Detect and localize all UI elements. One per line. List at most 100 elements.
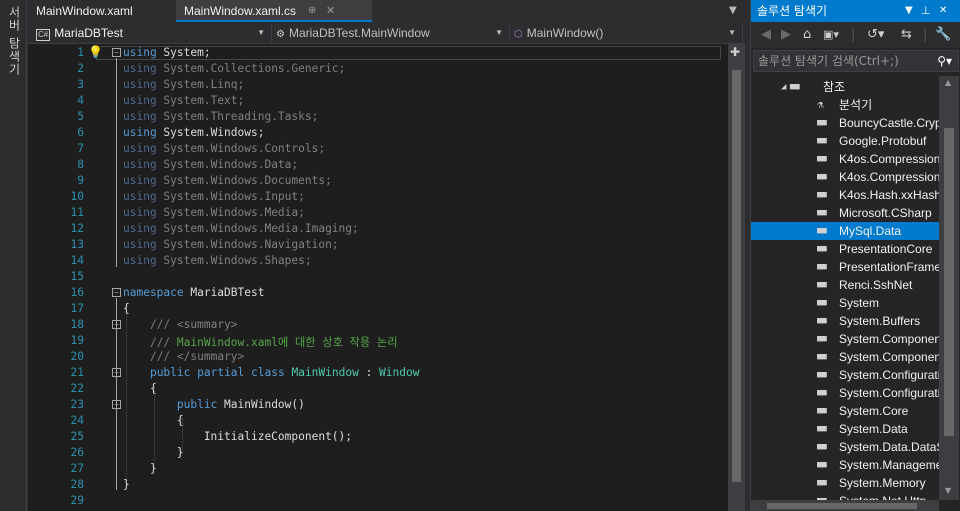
code-line[interactable]: /// <summary>: [123, 318, 238, 331]
home-icon[interactable]: ⌂: [803, 27, 811, 43]
tree-item[interactable]: ■■ Renci.SshNet: [751, 276, 939, 294]
close-icon[interactable]: ✕: [939, 0, 947, 22]
code-text-area[interactable]: 💡 − − − − − 1 using System; 2 using System.…: [28, 44, 728, 511]
tree-item[interactable]: ■■ System.Core: [751, 402, 939, 420]
tree-vertical-scrollbar[interactable]: ▲ ▼: [939, 76, 959, 500]
code-line[interactable]: using System.Text;: [123, 94, 244, 107]
tree-item[interactable]: ⚗ 분석기: [751, 96, 939, 114]
scrollbar-thumb[interactable]: [732, 70, 741, 482]
code-line[interactable]: InitializeComponent();: [123, 430, 352, 443]
tree-item[interactable]: ■■ K4os.Compression.LZ4.Streams: [751, 168, 939, 186]
code-line[interactable]: /// </summary>: [123, 350, 244, 363]
quick-actions-lightbulb-icon[interactable]: 💡: [88, 45, 103, 59]
tree-item-label: K4os.Compression.LZ4: [839, 152, 939, 166]
project-dropdown[interactable]: C# MariaDBTest ▼: [32, 24, 272, 42]
tree-item-label: Renci.SshNet: [839, 278, 913, 292]
code-line[interactable]: /// MainWindow.xaml에 대한 상호 작용 논리: [123, 334, 398, 350]
code-line[interactable]: using System.Windows;: [123, 126, 264, 139]
code-line[interactable]: using System.Windows.Media;: [123, 206, 305, 219]
code-line[interactable]: {: [123, 382, 157, 395]
tree-item[interactable]: ◢ ■■ 참조: [751, 78, 939, 96]
code-line[interactable]: using System;: [123, 46, 211, 59]
tree-item[interactable]: ■■ K4os.Hash.xxHash: [751, 186, 939, 204]
reference-icon: ■■: [817, 388, 827, 398]
switch-views-icon[interactable]: ▣▾: [823, 27, 839, 43]
tree-item-label: System.Core: [839, 404, 909, 418]
tree-item[interactable]: ■■ System.Data: [751, 420, 939, 438]
code-line[interactable]: public MainWindow(): [123, 398, 305, 411]
solution-tree[interactable]: ◢ ■■ 참조 ⚗ 분석기 ■■ BouncyCastle.Cryptography ■■ G…: [751, 76, 939, 500]
code-line[interactable]: using System.Linq;: [123, 78, 244, 91]
collapse-comment-icon[interactable]: −: [112, 320, 121, 329]
scroll-down-icon[interactable]: ▼: [945, 486, 951, 495]
code-line[interactable]: {: [123, 302, 130, 315]
pin-tab-icon[interactable]: ⊕: [308, 0, 316, 22]
code-line[interactable]: }: [123, 478, 130, 491]
tab-mainwindow-xaml[interactable]: MainWindow.xaml: [28, 0, 176, 22]
type-dropdown[interactable]: ⚙ MariaDBTest.MainWindow ▼: [272, 24, 510, 42]
tree-item[interactable]: ■■ System.Configuration: [751, 366, 939, 384]
split-window-icon[interactable]: ✚: [730, 45, 740, 59]
tree-item[interactable]: ■■ BouncyCastle.Cryptography: [751, 114, 939, 132]
code-line[interactable]: using System.Collections.Generic;: [123, 62, 345, 75]
server-explorer-tab[interactable]: 서버 탐색기: [6, 6, 23, 76]
code-line[interactable]: using System.Windows.Input;: [123, 190, 305, 203]
tab-label: MainWindow.xaml: [36, 4, 133, 18]
tree-item[interactable]: ■■ Microsoft.CSharp: [751, 204, 939, 222]
search-icon[interactable]: ⚲▾: [937, 51, 952, 71]
code-line[interactable]: using System.Windows.Media.Imaging;: [123, 222, 359, 235]
tree-item[interactable]: ■■ System.ComponentModel: [751, 330, 939, 348]
back-icon[interactable]: ◀: [761, 27, 771, 43]
close-tab-icon[interactable]: ✕: [326, 0, 335, 22]
code-line[interactable]: }: [123, 446, 184, 459]
editor-vertical-scrollbar[interactable]: ✚: [728, 44, 745, 511]
tree-item[interactable]: ■■ System.Net.Http: [751, 492, 939, 500]
code-line[interactable]: using System.Windows.Shapes;: [123, 254, 312, 267]
code-line[interactable]: public partial class MainWindow : Window: [123, 366, 420, 379]
tree-horizontal-scrollbar[interactable]: [751, 500, 939, 511]
history-icon[interactable]: ↺▾: [867, 27, 884, 43]
solution-search-input[interactable]: 솔루션 탐색기 검색(Ctrl+;) ⚲▾: [753, 50, 959, 72]
scrollbar-thumb[interactable]: [767, 503, 917, 509]
tree-item-label: System.ComponentModel.DataAnnotations: [839, 350, 939, 364]
tree-item[interactable]: ■■ Google.Protobuf: [751, 132, 939, 150]
code-line[interactable]: namespace MariaDBTest: [123, 286, 264, 299]
code-line[interactable]: }: [123, 462, 157, 475]
reference-icon: ■■: [817, 280, 827, 290]
pin-icon[interactable]: ⊥: [921, 0, 931, 22]
tree-item[interactable]: ■■ System.Management: [751, 456, 939, 474]
tree-item[interactable]: ■■ System.Buffers: [751, 312, 939, 330]
tree-item[interactable]: ■■ System.Configuration.Install: [751, 384, 939, 402]
scroll-up-icon[interactable]: ▲: [945, 78, 951, 87]
collapse-class-icon[interactable]: −: [112, 368, 121, 377]
tree-item-label: Google.Protobuf: [839, 134, 927, 148]
reference-icon: ■■: [817, 172, 827, 182]
member-dropdown[interactable]: ⬡ MainWindow() ▼: [510, 24, 743, 42]
fold-guide: [116, 58, 117, 267]
code-line[interactable]: using System.Windows.Navigation;: [123, 238, 339, 251]
tab-overflow-icon[interactable]: ▼: [729, 0, 737, 22]
tree-item[interactable]: ■■ PresentationFramework: [751, 258, 939, 276]
forward-icon[interactable]: ▶: [781, 27, 791, 43]
sync-icon[interactable]: ⇆: [901, 27, 912, 43]
code-line[interactable]: {: [123, 414, 184, 427]
tree-item[interactable]: ■■ K4os.Compression.LZ4: [751, 150, 939, 168]
window-position-dropdown-icon[interactable]: ▼: [905, 0, 913, 22]
code-line[interactable]: using System.Windows.Controls;: [123, 142, 325, 155]
code-line[interactable]: using System.Windows.Documents;: [123, 174, 332, 187]
tree-item[interactable]: ■■ PresentationCore: [751, 240, 939, 258]
properties-icon[interactable]: 🔧: [935, 27, 951, 43]
collapse-method-icon[interactable]: −: [112, 400, 121, 409]
code-line[interactable]: using System.Threading.Tasks;: [123, 110, 318, 123]
tree-item[interactable]: ■■ System.Data.DataSetExtensions: [751, 438, 939, 456]
tree-item[interactable]: ■■ System.ComponentModel.DataAnnotations: [751, 348, 939, 366]
tab-mainwindow-xaml-cs[interactable]: MainWindow.xaml.cs ⊕ ✕: [176, 0, 372, 22]
collapse-namespace-icon[interactable]: −: [112, 288, 121, 297]
scrollbar-thumb[interactable]: [944, 128, 954, 436]
collapse-usings-icon[interactable]: −: [112, 48, 121, 57]
code-line[interactable]: using System.Windows.Data;: [123, 158, 298, 171]
tree-item[interactable]: ■■ System: [751, 294, 939, 312]
tree-item[interactable]: ■■ System.Memory: [751, 474, 939, 492]
reference-icon: ■■: [817, 190, 827, 200]
tree-item[interactable]: ■■ MySql.Data: [751, 222, 939, 240]
